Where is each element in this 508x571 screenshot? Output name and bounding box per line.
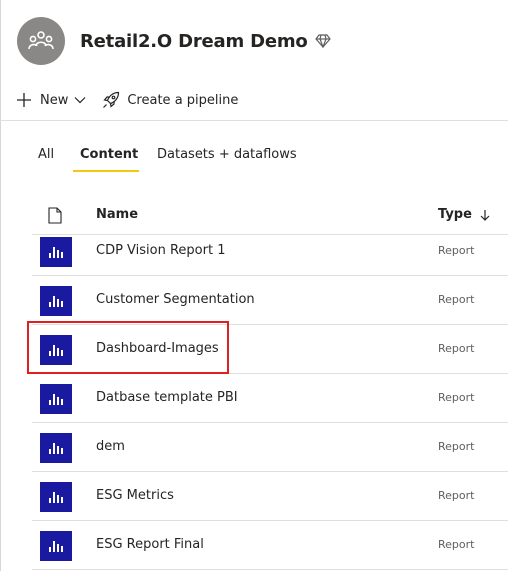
workspace-header: Retail2.O Dream Demo [17,17,331,65]
plus-icon [17,93,31,107]
content-tabs: All Content Datasets + dataflows [38,146,297,172]
column-header-name[interactable]: Name [96,207,138,222]
content-list: CDP Vision Report 1 Report Customer Segm… [32,227,508,570]
row-name[interactable]: ESG Metrics [96,488,174,503]
create-pipeline-button[interactable]: Create a pipeline [102,91,238,109]
toolbar: New Create a pipeline [16,89,238,111]
tab-content[interactable]: Content [73,146,157,172]
row-type: Report [438,489,475,502]
chevron-down-icon [74,96,86,104]
new-button[interactable]: New [16,92,86,108]
column-header-type-label: Type [438,207,472,222]
table-row[interactable]: ESG Report Final Report [32,521,508,570]
diamond-icon [314,34,331,48]
row-name[interactable]: Customer Segmentation [96,292,255,307]
table-row[interactable]: CDP Vision Report 1 Report [32,227,508,276]
row-type: Report [438,342,475,355]
workspace-avatar [17,17,65,65]
report-icon [40,335,72,365]
table-row[interactable]: Datbase template PBI Report [32,374,508,423]
row-type: Report [438,440,475,453]
new-label: New [40,92,69,108]
people-group-icon [28,31,54,50]
report-icon [40,433,72,463]
row-name[interactable]: Dashboard-Images [96,341,219,356]
table-row[interactable]: dem Report [32,423,508,472]
left-border [0,0,1,571]
create-pipeline-label: Create a pipeline [127,92,239,108]
row-name[interactable]: dem [96,439,125,454]
column-header-type[interactable]: Type [438,207,490,222]
row-type: Report [438,391,475,404]
table-row[interactable]: Customer Segmentation Report [32,276,508,325]
toolbar-divider [0,120,508,121]
row-type: Report [438,244,475,257]
arrow-down-icon [480,209,490,221]
table-row[interactable]: Dashboard-Images Report [32,325,508,374]
row-name[interactable]: ESG Report Final [96,537,204,552]
report-icon [40,482,72,512]
row-type: Report [438,538,475,551]
rocket-icon [103,91,120,108]
report-icon [40,531,72,561]
row-name[interactable]: CDP Vision Report 1 [96,243,226,258]
report-icon [40,384,72,414]
row-name[interactable]: Datbase template PBI [96,390,238,405]
report-icon [40,286,72,316]
row-type: Report [438,293,475,306]
report-icon [40,237,72,267]
tab-datasets-dataflows[interactable]: Datasets + dataflows [157,146,297,172]
workspace-title: Retail2.O Dream Demo [80,30,308,52]
tab-all[interactable]: All [38,146,73,172]
file-icon [48,207,62,228]
table-row[interactable]: ESG Metrics Report [32,472,508,521]
